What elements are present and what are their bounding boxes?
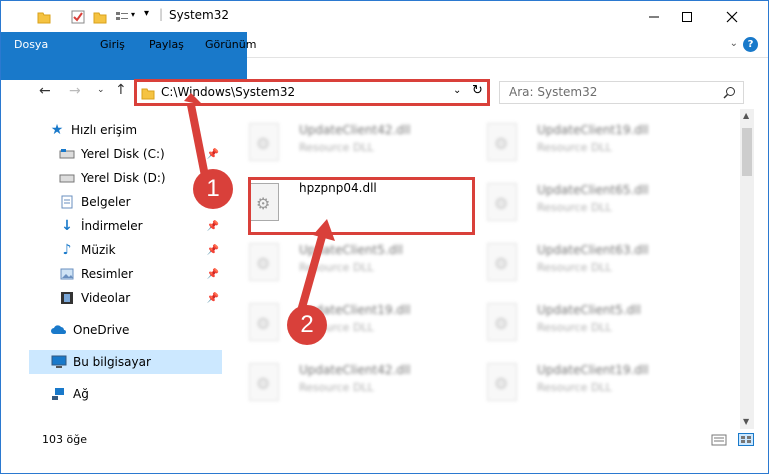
arrow-2-head — [313, 219, 335, 241]
arrow-2-shaft — [297, 231, 327, 313]
step-1-badge: 1 — [193, 169, 233, 209]
details-view-icon[interactable] — [711, 434, 727, 446]
item-count: 103 öğe — [42, 433, 87, 446]
step-2-badge: 2 — [287, 305, 327, 345]
explorer-window: ▾ ▾ | System32 Dosya Giriş Paylaş Görünü… — [0, 0, 769, 474]
arrow-1-shaft — [187, 104, 210, 182]
arrow-1-head — [184, 93, 203, 105]
large-icons-view-icon[interactable] — [738, 433, 754, 446]
annotation-arrows — [184, 93, 335, 313]
